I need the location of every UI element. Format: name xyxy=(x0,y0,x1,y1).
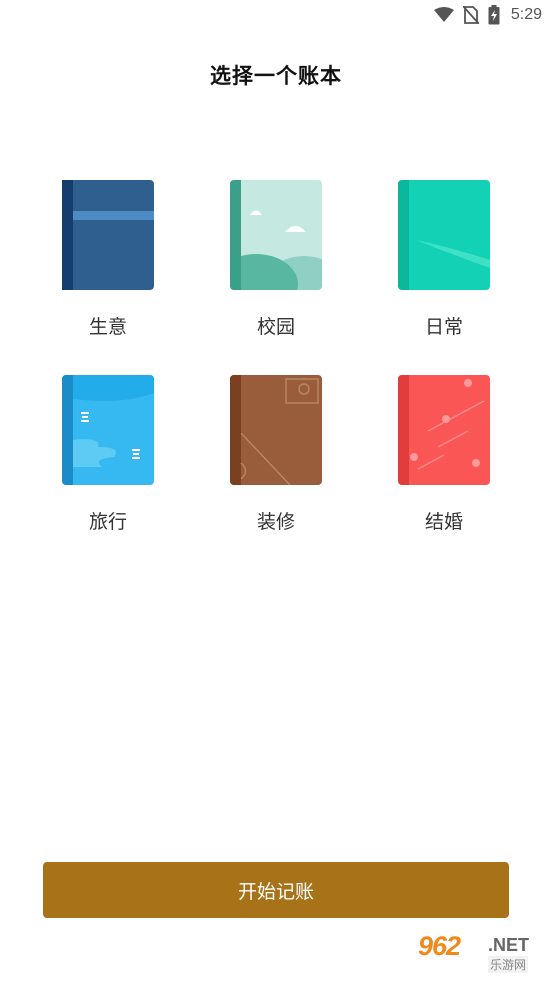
book-label: 旅行 xyxy=(88,511,127,533)
decoration-book-icon xyxy=(211,375,341,489)
battery-charging-icon xyxy=(488,5,500,25)
watermark-brand: 962 xyxy=(418,931,461,961)
book-label: 日常 xyxy=(424,316,463,338)
book-item-wedding[interactable]: 结婚 xyxy=(379,375,509,534)
status-time: 5:29 xyxy=(510,6,542,23)
campus-book-icon xyxy=(211,180,341,294)
site-watermark: 962 .NET 乐游网 xyxy=(412,931,546,975)
business-book-icon xyxy=(43,180,173,294)
start-bookkeeping-button[interactable]: 开始记账 xyxy=(43,862,509,918)
watermark-domain: .NET xyxy=(488,935,530,955)
book-label: 校园 xyxy=(256,316,295,338)
book-label: 装修 xyxy=(256,511,295,533)
watermark-site-name: 乐游网 xyxy=(488,956,529,973)
book-label: 结婚 xyxy=(424,511,463,533)
wedding-book-icon xyxy=(379,375,509,489)
book-item-business[interactable]: 生意 xyxy=(43,180,173,339)
travel-book-icon xyxy=(43,375,173,489)
book-item-campus[interactable]: 校园 xyxy=(211,180,341,339)
daily-book-icon xyxy=(379,180,509,294)
no-sim-icon xyxy=(462,6,479,24)
status-bar: 5:29 xyxy=(0,0,552,30)
book-item-daily[interactable]: 日常 xyxy=(379,180,509,339)
page-title: 选择一个账本 xyxy=(210,64,342,88)
wifi-icon xyxy=(433,7,454,23)
book-item-travel[interactable]: 旅行 xyxy=(43,375,173,534)
status-icons: 5:29 xyxy=(433,4,542,26)
book-label: 生意 xyxy=(88,316,127,338)
book-item-decoration[interactable]: 装修 xyxy=(211,375,341,534)
